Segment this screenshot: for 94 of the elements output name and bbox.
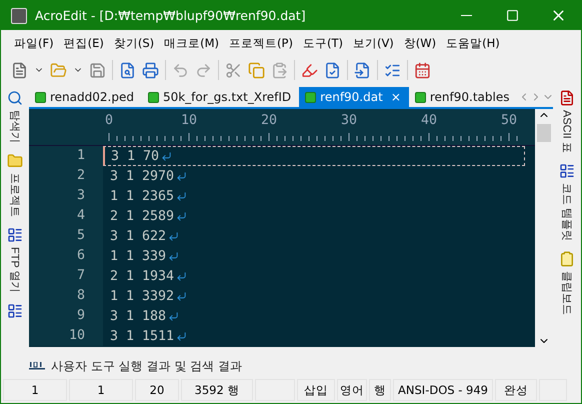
file-tab[interactable]: renf90.tables bbox=[408, 87, 518, 107]
line-text: 2 1 1934 bbox=[110, 268, 174, 284]
return-icon bbox=[168, 250, 180, 262]
return-icon bbox=[176, 290, 188, 302]
status-cell: 영어 bbox=[337, 379, 367, 401]
file-icon bbox=[35, 92, 46, 102]
close-tab-icon[interactable]: × bbox=[390, 90, 401, 104]
status-cell: 20 bbox=[135, 379, 179, 401]
file-tab[interactable]: 50k_for_gs.txt_XrefID bbox=[142, 87, 300, 107]
status-cell: 삽입 bbox=[297, 379, 335, 401]
file-icon bbox=[414, 92, 426, 102]
clipboard-icon bbox=[559, 250, 575, 267]
document-button[interactable] bbox=[324, 62, 341, 78]
line-number: 10 bbox=[29, 326, 103, 346]
file-tab[interactable]: renf90.dat × bbox=[299, 87, 409, 107]
line-text: 3 1 188 bbox=[110, 308, 166, 324]
app-icon bbox=[11, 8, 27, 24]
line-text: 3 1 70 bbox=[111, 148, 160, 164]
highlighter-button[interactable] bbox=[301, 62, 318, 78]
menu-item[interactable]: 편집(E) bbox=[58, 36, 109, 50]
line-text: 1 1 3392 bbox=[110, 288, 174, 304]
line-number: 8 bbox=[29, 286, 103, 306]
return-icon bbox=[176, 170, 188, 182]
text-editor[interactable]: 0 10 20 30 40 50 1 3 1 70 2 3 1 2970 3 1 1 2365 4 2 1 2589 5 3 1 622 6 1 1 339 7 2 1 1934 8 1 1 3392 9 3 1 188 10 3 1 1511 bbox=[29, 109, 535, 347]
return-icon bbox=[176, 270, 188, 282]
minimize-icon bbox=[460, 15, 472, 16]
search-icon bbox=[7, 90, 23, 106]
output-panel-tab[interactable]: 사용자 도구 실행 결과 및 검색 결과 bbox=[51, 358, 242, 374]
line-number: 2 bbox=[29, 166, 103, 186]
file-icon bbox=[148, 92, 159, 102]
status-cell: 완성 bbox=[495, 379, 537, 401]
status-cell: 1 bbox=[3, 379, 67, 401]
binary-icon bbox=[29, 362, 45, 370]
return-icon bbox=[168, 310, 180, 322]
window-title: AcroEdit - [D:₩temp₩blupf90₩renf90.dat] bbox=[35, 8, 307, 23]
ruler-number: 50 bbox=[501, 113, 517, 128]
status-cell: 행 bbox=[369, 379, 391, 401]
menu-item[interactable]: 도움말(H) bbox=[441, 36, 505, 50]
status-cell: 3592 행 bbox=[181, 379, 253, 401]
line-number: 7 bbox=[29, 266, 103, 286]
line-text: 3 1 622 bbox=[110, 228, 166, 244]
side-panel-tab[interactable]: 코드 템플릿 bbox=[559, 160, 575, 243]
menu-item[interactable]: 도구(T) bbox=[298, 36, 348, 50]
preview-button[interactable] bbox=[119, 62, 136, 78]
side-panel-tab[interactable]: 클립보드 bbox=[559, 248, 575, 317]
return-icon bbox=[176, 330, 188, 342]
menu-item[interactable]: 창(W) bbox=[398, 36, 442, 50]
line-text: 3 1 2970 bbox=[110, 168, 174, 184]
return-icon bbox=[161, 150, 172, 162]
side-panel-tab[interactable]: FTP 열기 bbox=[7, 225, 23, 295]
return-icon bbox=[176, 210, 188, 222]
calendar-button[interactable] bbox=[414, 62, 431, 78]
ruler-number: 20 bbox=[261, 113, 277, 128]
line-text: 1 1 339 bbox=[110, 248, 166, 264]
ruler-number: 30 bbox=[341, 113, 357, 128]
new-file-button[interactable] bbox=[11, 62, 28, 78]
ruler-number: 10 bbox=[181, 113, 197, 128]
line-number: 4 bbox=[29, 206, 103, 226]
file-icon bbox=[305, 92, 316, 102]
maximize-icon bbox=[506, 9, 518, 22]
return-icon bbox=[176, 190, 188, 202]
side-panel-tab[interactable]: ASCII 표 bbox=[559, 88, 575, 155]
menu-item[interactable]: 프로젝트(P) bbox=[224, 36, 298, 50]
line-number: 6 bbox=[29, 246, 103, 266]
insert-button[interactable] bbox=[354, 62, 371, 78]
status-cell: 1 bbox=[69, 379, 133, 401]
line-number: 1 bbox=[29, 146, 103, 166]
side-panel-tab[interactable]: 탐색기 bbox=[7, 88, 23, 145]
save-button[interactable] bbox=[89, 62, 106, 78]
ftp-window-icon bbox=[7, 227, 23, 243]
menu-item[interactable]: 보기(V) bbox=[348, 36, 399, 50]
template-window-icon bbox=[559, 162, 575, 179]
menu-item[interactable]: 매크로(M) bbox=[159, 36, 224, 50]
folder-icon bbox=[7, 153, 23, 169]
cut-button[interactable] bbox=[225, 62, 242, 78]
line-text: 1 1 2365 bbox=[110, 188, 174, 204]
line-number: 3 bbox=[29, 186, 103, 206]
scrollbar-thumb[interactable] bbox=[537, 124, 551, 142]
print-button[interactable] bbox=[142, 62, 159, 78]
file-tab[interactable]: renadd02.ped bbox=[29, 87, 142, 107]
line-number: 5 bbox=[29, 226, 103, 246]
side-panel-tab[interactable]: 프로젝트 bbox=[7, 151, 23, 219]
line-number: 9 bbox=[29, 306, 103, 326]
ruler-number: 0 bbox=[105, 113, 113, 128]
menu-item[interactable]: 찾기(S) bbox=[108, 36, 160, 50]
tree-window-icon bbox=[7, 302, 23, 319]
ruler-number: 40 bbox=[421, 113, 437, 128]
letter-window-icon bbox=[559, 90, 575, 106]
status-cell: ANSI-DOS - 949 bbox=[393, 379, 493, 401]
menu-item[interactable]: 파일(F) bbox=[9, 36, 59, 50]
line-text: 2 1 2589 bbox=[110, 208, 174, 224]
line-text: 3 1 1511 bbox=[110, 328, 174, 344]
copy-button[interactable] bbox=[248, 62, 265, 78]
return-icon bbox=[168, 230, 180, 242]
